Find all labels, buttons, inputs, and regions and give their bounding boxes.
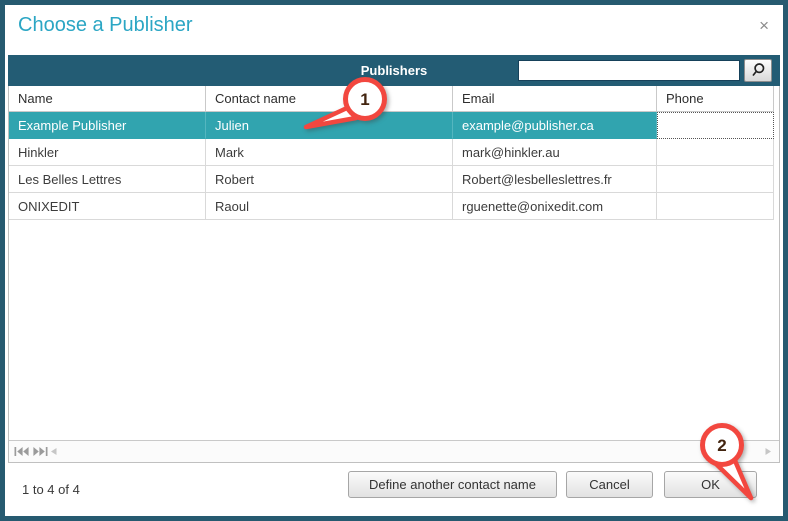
phone-cell-editor[interactable] [657,112,774,139]
column-header-name[interactable]: Name [9,86,206,112]
last-page-button[interactable] [33,447,48,456]
table-row[interactable]: Example Publisher Julien example@publish… [9,112,779,139]
cell-email: mark@hinkler.au [453,139,657,166]
scroll-left-button[interactable] [51,448,57,455]
scroll-right-button[interactable] [765,448,771,455]
ok-button[interactable]: OK [664,471,757,498]
search-input[interactable] [518,60,740,81]
cell-name: Les Belles Lettres [9,166,206,193]
table-empty-area [9,220,779,440]
column-header-email[interactable]: Email [453,86,657,112]
scroll-left-icon [51,442,57,459]
first-page-button[interactable] [14,447,29,456]
record-range-label: 1 to 4 of 4 [22,482,80,497]
table-body: Name Contact name Email Phone Example Pu… [8,86,780,463]
cell-email: example@publisher.ca [453,112,657,139]
cell-phone [657,193,774,220]
cell-contact: Julien [206,112,453,139]
cell-contact: Mark [206,139,453,166]
grid-navigator-bar [9,440,779,462]
column-header-contact-name[interactable]: Contact name [206,86,453,112]
table-header-row: Name Contact name Email Phone [9,86,779,112]
choose-publisher-dialog: Choose a Publisher × Publishers Name Con… [0,0,788,521]
search-button[interactable] [744,59,772,82]
cell-name: Hinkler [9,139,206,166]
search-icon [751,62,766,80]
scroll-right-icon [765,442,771,459]
cell-email: rguenette@onixedit.com [453,193,657,220]
cell-email: Robert@lesbelleslettres.fr [453,166,657,193]
first-page-icon [14,443,29,460]
table-row[interactable]: Hinkler Mark mark@hinkler.au [9,139,779,166]
table-row[interactable]: ONIXEDIT Raoul rguenette@onixedit.com [9,193,779,220]
close-button[interactable]: × [759,17,769,34]
cancel-button[interactable]: Cancel [566,471,653,498]
publishers-grid: Publishers Name Contact name Email Phone [8,55,780,463]
cell-name: ONIXEDIT [9,193,206,220]
last-page-icon [33,443,48,460]
define-another-contact-button[interactable]: Define another contact name [348,471,557,498]
grid-caption-bar: Publishers [8,55,780,86]
column-header-phone[interactable]: Phone [657,86,774,112]
cell-phone [657,139,774,166]
table-row[interactable]: Les Belles Lettres Robert Robert@lesbell… [9,166,779,193]
cell-contact: Raoul [206,193,453,220]
cell-name: Example Publisher [9,112,206,139]
page-title: Choose a Publisher [18,14,193,36]
cell-phone [657,166,774,193]
cell-contact: Robert [206,166,453,193]
